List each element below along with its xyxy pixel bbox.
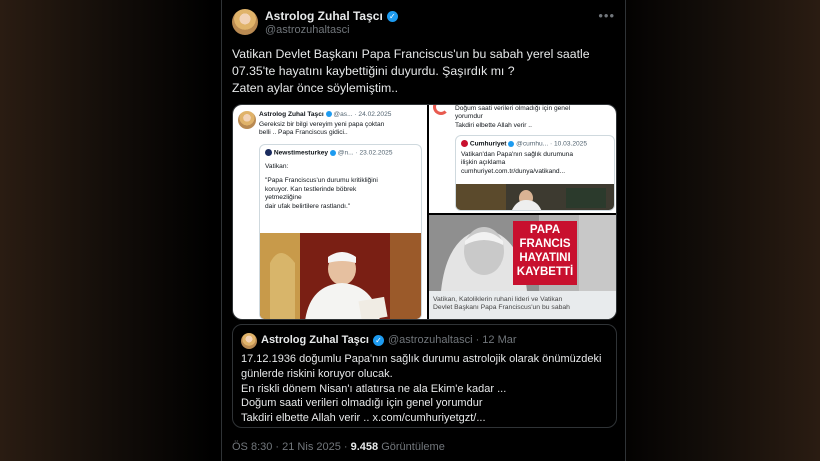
screenshot-quoted-meta: @n... · 23.02.2025 xyxy=(337,149,393,157)
media-image-left[interactable]: Astrolog Zuhal Taşcı @as... · 24.02.2025… xyxy=(233,105,427,319)
tweet-text-line: Vatikan Devlet Başkanı Papa Franciscus'u… xyxy=(232,47,590,61)
tweet-text-line: 07.35'te hayatını kaybettiğini duyurdu. … xyxy=(232,64,515,78)
screenshot-author: Astrolog Zuhal Taşcı xyxy=(259,111,324,118)
view-count-label: Görüntüleme xyxy=(381,441,445,453)
screenshot-quoted-author: Cumhuriyet xyxy=(469,140,507,148)
quoted-author-avatar xyxy=(241,333,257,349)
screenshot-avatar xyxy=(238,111,256,129)
quoted-tweet[interactable]: Astrolog Zuhal Taşcı ✓ @astrozuhaltasci … xyxy=(232,324,617,428)
caption-line: Devlet Başkanı Papa Franciscus'un bu sab… xyxy=(433,304,570,312)
headline-line: PAPA xyxy=(529,224,561,236)
media-image-bottom-right[interactable]: PAPA FRANCIS HAYATINI KAYBETTİ Vatikan, … xyxy=(429,215,616,319)
screenshot-line: dair ufak belirtilere rastlandı." xyxy=(265,202,351,210)
verified-badge-icon: ✓ xyxy=(386,10,398,22)
headline-line: FRANCIS xyxy=(519,238,571,250)
headline-line: KAYBETTİ xyxy=(516,266,574,278)
author-handle[interactable]: @astrozuhaltasci xyxy=(265,24,350,36)
quoted-text-line: En riskli dönem Nisan'ı atlatırsa ne ala… xyxy=(241,382,507,395)
tweet: Astrolog Zuhal Taşcı ✓ @astrozuhaltasci … xyxy=(221,0,626,461)
tweet-meta: ÖS 8:30 · 21 Nis 2025 · 9.458 Görüntülem… xyxy=(232,441,445,453)
quoted-author-handle: @astrozuhaltasci · 12 Mar xyxy=(387,334,517,346)
headline-caption: Vatikan, Katoliklerin ruhani lideri ve V… xyxy=(429,291,616,319)
quoted-text-line: 17.12.1936 doğumlu Papa'nın sağlık durum… xyxy=(241,353,602,365)
tweet-text: Vatikan Devlet Başkanı Papa Franciscus'u… xyxy=(232,46,617,97)
screenshot-line: cumhuriyet.com.tr/dunya/vatikand... xyxy=(461,167,566,175)
screenshot-line: Doğum saati verileri olmadığı için genel xyxy=(455,105,571,112)
tweet-timestamp[interactable]: ÖS 8:30 · 21 Nis 2025 · xyxy=(232,441,348,453)
media-image-top-right[interactable]: Doğum saati verileri olmadığı için genel… xyxy=(429,105,616,213)
screenshot-text: Doğum saati verileri olmadığı için genel… xyxy=(455,105,570,130)
cumhuriyet-partial-icon xyxy=(433,105,449,115)
screenshot-quoted-header: Cumhuriyet @cumhu... · 10.03.2025 xyxy=(461,140,587,149)
screenshot-quoted: Cumhuriyet @cumhu... · 10.03.2025 Vatika… xyxy=(455,135,615,211)
screenshot-header: Astrolog Zuhal Taşcı @as... · 24.02.2025 xyxy=(259,111,391,119)
screenshot-line: ilişkin açıklama xyxy=(461,159,506,167)
screenshot-line: yetmezliğine xyxy=(265,194,302,202)
tweet-media-grid[interactable]: Astrolog Zuhal Taşcı @as... · 24.02.2025… xyxy=(232,104,617,320)
tweet-text-line: Zaten aylar önce söylemiştim.. xyxy=(232,81,399,95)
screenshot-quoted: Newstimesturkey @n... · 23.02.2025 Vatik… xyxy=(259,144,422,319)
verified-badge-icon xyxy=(325,111,332,118)
screenshot-meta: @as... · 24.02.2025 xyxy=(333,111,392,118)
author-name[interactable]: Astrolog Zuhal Taşcı xyxy=(265,9,383,23)
screenshot-quoted-text: Vatikan'dan Papa'nın sağlık durumuna ili… xyxy=(461,151,573,176)
screenshot-line: yorumdur xyxy=(455,113,483,121)
pope-thumbnail xyxy=(456,184,614,210)
headline-text: PAPA FRANCIS HAYATINI KAYBETTİ xyxy=(513,223,577,279)
newstimes-logo-icon xyxy=(265,149,272,156)
caption-line: Vatikan, Katoliklerin ruhani lideri ve V… xyxy=(433,296,563,303)
quoted-tweet-header: Astrolog Zuhal Taşcı ✓ @astrozuhaltasci … xyxy=(261,334,517,346)
view-count: 9.458 xyxy=(350,441,379,453)
screenshot-line: Vatikan'dan Papa'nın sağlık durumuna xyxy=(461,151,573,158)
verified-badge-icon xyxy=(508,140,515,147)
more-options-icon[interactable]: ••• xyxy=(598,8,615,23)
verified-badge-icon: ✓ xyxy=(372,334,384,346)
screenshot-quoted-text: Vatikan: "Papa Franciscus'un durumu krit… xyxy=(265,163,378,211)
quoted-tweet-text: 17.12.1936 doğumlu Papa'nın sağlık durum… xyxy=(241,352,611,426)
quoted-text-line[interactable]: Takdiri elbette Allah verir .. x.com/cum… xyxy=(241,411,611,426)
screenshot-line: "Papa Franciscus'un durumu kritikliğini xyxy=(265,177,378,185)
headline-box: PAPA FRANCIS HAYATINI KAYBETTİ xyxy=(513,221,577,285)
screenshot-line: Takdiri elbette Allah verir .. xyxy=(455,121,532,129)
screenshot-line: Vatikan: xyxy=(265,163,289,170)
pope-photo xyxy=(260,233,421,319)
quoted-author-name: Astrolog Zuhal Taşcı xyxy=(261,334,369,346)
screenshot-line: Gereksiz bir bilgi vereyim yeni papa çok… xyxy=(259,121,385,128)
screenshot-quoted-meta: @cumhu... · 10.03.2025 xyxy=(516,140,588,148)
quoted-text-line: günlerde riskini koruyor olucak. xyxy=(241,367,393,380)
screenshot-quoted-author: Newstimesturkey xyxy=(273,149,329,157)
screenshot-quoted-header: Newstimesturkey @n... · 23.02.2025 xyxy=(265,149,393,158)
headline-line: HAYATINI xyxy=(519,252,571,264)
author-avatar[interactable] xyxy=(232,9,258,35)
author-name-row: Astrolog Zuhal Taşcı ✓ xyxy=(265,9,398,23)
screenshot-text: Gereksiz bir bilgi vereyim yeni papa çok… xyxy=(259,121,384,138)
verified-badge-icon xyxy=(329,149,336,156)
quoted-text-line: Doğum saati verileri olmadığı için genel… xyxy=(241,397,483,410)
cumhuriyet-logo-icon xyxy=(461,140,468,147)
screenshot-line: koruyor. Kan testlerinde böbrek xyxy=(265,185,357,193)
screenshot-line: belli .. Papa Franciscus gidici.. xyxy=(259,129,348,137)
